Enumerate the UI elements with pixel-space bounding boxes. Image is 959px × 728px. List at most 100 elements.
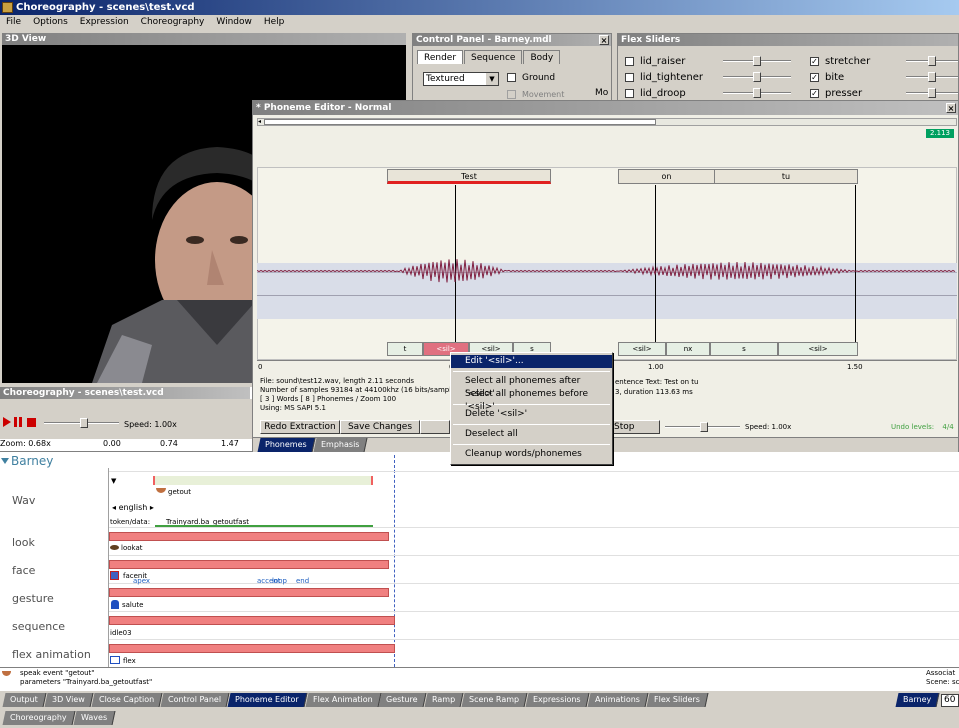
choreo-speed-slider[interactable] (44, 418, 119, 428)
sequence-event-bar[interactable] (109, 616, 395, 625)
track-label-flex-animation[interactable]: flex animation (12, 648, 91, 661)
chevron-right-icon[interactable]: ▸ (147, 503, 154, 512)
word-on[interactable]: on (618, 169, 715, 184)
collapse-icon[interactable]: ▼ (111, 477, 116, 485)
lid-droop-slider[interactable] (723, 88, 791, 98)
redo-extraction-button[interactable]: Redo Extraction (260, 420, 340, 434)
close-icon[interactable]: × (946, 103, 956, 113)
tab-sequence[interactable]: Sequence (464, 50, 523, 64)
track-label-sequence[interactable]: sequence (12, 620, 65, 633)
stop-button[interactable]: Stop (610, 420, 660, 434)
phoneme-sil-3[interactable]: <sil> (618, 342, 666, 356)
tick-2: 1.47 (221, 439, 239, 448)
scroll-thumb[interactable] (264, 119, 656, 125)
tab-render[interactable]: Render (417, 50, 464, 64)
menu-options[interactable]: Options (27, 15, 74, 30)
event-salute[interactable]: salute (122, 601, 143, 609)
render-mode-select[interactable]: Textured ▼ (423, 72, 499, 86)
expand-icon[interactable] (1, 458, 9, 464)
phoneme-t[interactable]: t (387, 342, 423, 356)
tag-loop[interactable]: loop (272, 577, 287, 585)
waveform[interactable] (257, 251, 957, 291)
phoneme-speed-slider[interactable] (665, 422, 740, 432)
lid-raiser-slider[interactable] (723, 56, 791, 66)
tab-ramp[interactable]: Ramp (424, 693, 464, 707)
tab-choreography[interactable]: Choreography (2, 711, 76, 725)
movement-checkbox[interactable] (507, 90, 516, 99)
tab-gesture[interactable]: Gesture (378, 693, 427, 707)
event-idle03[interactable]: idle03 (110, 629, 132, 637)
menu-bar: File Options Expression Choreography Win… (0, 15, 959, 30)
event-getout[interactable]: getout (168, 488, 191, 496)
tag-end[interactable]: end (296, 577, 309, 585)
menu-file[interactable]: File (0, 15, 27, 30)
presser-checkbox[interactable]: ✓ (810, 88, 819, 98)
phoneme-sil-4[interactable]: <sil> (778, 342, 858, 356)
menu-deselect-all[interactable]: Deselect all (451, 428, 612, 441)
tab-emphasis[interactable]: Emphasis (313, 438, 368, 452)
event-flex[interactable]: flex (123, 657, 136, 665)
tab-flex-sliders[interactable]: Flex Sliders (646, 693, 708, 707)
menu-delete-phoneme[interactable]: Delete '<sil>' (451, 408, 612, 421)
language-selector[interactable]: ◂ english ▸ (112, 503, 154, 512)
word-test[interactable]: Test (387, 169, 551, 184)
tab-output[interactable]: Output (2, 693, 47, 707)
tab-control-panel[interactable]: Control Panel (160, 693, 230, 707)
lid-tightener-slider[interactable] (723, 72, 791, 82)
stop-icon[interactable] (27, 418, 36, 427)
word-tu[interactable]: tu (714, 169, 858, 184)
scroll-left-icon[interactable]: ◂ (258, 118, 261, 125)
stretcher-slider[interactable] (906, 56, 958, 66)
track-label-gesture[interactable]: gesture (12, 592, 54, 605)
gesture-event-bar[interactable] (109, 588, 389, 597)
ground-checkbox[interactable] (507, 73, 516, 82)
chevron-down-icon[interactable]: ▼ (486, 73, 498, 85)
stretcher-checkbox[interactable]: ✓ (810, 56, 819, 66)
tab-phonemes[interactable]: Phonemes (257, 438, 316, 452)
menu-window[interactable]: Window (210, 15, 258, 30)
menu-select-before[interactable]: Select all phonemes before '<sil>' (451, 388, 612, 412)
close-icon[interactable]: × (599, 35, 609, 45)
presser-slider[interactable] (906, 88, 958, 98)
bite-slider[interactable] (906, 72, 958, 82)
lid-droop-checkbox[interactable] (625, 88, 634, 98)
phoneme-s-2[interactable]: s (710, 342, 778, 356)
flex-event-bar[interactable] (109, 644, 395, 653)
actor-tab-barney[interactable]: Barney (895, 693, 940, 707)
lid-tightener-checkbox[interactable] (625, 72, 634, 82)
tab-3d-view[interactable]: 3D View (44, 693, 94, 707)
tab-close-caption[interactable]: Close Caption (91, 693, 163, 707)
track-label-look[interactable]: look (12, 536, 35, 549)
save-changes-button[interactable]: Save Changes (340, 420, 420, 434)
menu-edit-phoneme[interactable]: Edit '<sil>'... (451, 355, 612, 368)
actor-name[interactable]: Barney (11, 454, 53, 468)
control-panel-title: Control Panel - Barney.mdl × (413, 34, 611, 46)
tab-scene-ramp[interactable]: Scene Ramp (461, 693, 528, 707)
menu-select-after[interactable]: Select all phonemes after '<sil>' (451, 375, 612, 399)
track-label-wav[interactable]: Wav (12, 494, 35, 507)
tab-expressions[interactable]: Expressions (525, 693, 590, 707)
menu-expression[interactable]: Expression (74, 15, 135, 30)
tab-flex-animation[interactable]: Flex Animation (305, 693, 381, 707)
face-event-bar[interactable] (109, 560, 389, 569)
look-event-bar[interactable] (109, 532, 389, 541)
extra-button[interactable] (420, 420, 450, 434)
menu-cleanup[interactable]: Cleanup words/phonemes (451, 448, 612, 461)
bite-checkbox[interactable]: ✓ (810, 72, 819, 82)
corner-field[interactable]: 60 (941, 694, 959, 707)
phoneme-nx[interactable]: nx (666, 342, 710, 356)
tag-apex[interactable]: apex (133, 577, 150, 585)
horizontal-scrollbar[interactable]: ◂ (257, 118, 957, 126)
tab-body[interactable]: Body (523, 50, 561, 64)
event-lookat[interactable]: lookat (121, 544, 142, 552)
menu-choreography[interactable]: Choreography (135, 15, 211, 30)
tab-waves[interactable]: Waves (73, 711, 116, 725)
lid-raiser-checkbox[interactable] (625, 56, 634, 66)
menu-help[interactable]: Help (258, 15, 291, 30)
wav-event-bar[interactable] (153, 476, 373, 485)
pause-icon[interactable] (14, 417, 22, 427)
tab-animations[interactable]: Animations (587, 693, 649, 707)
track-label-face[interactable]: face (12, 564, 35, 577)
play-icon[interactable] (3, 417, 11, 427)
tab-phoneme-editor[interactable]: Phoneme Editor (227, 693, 308, 707)
